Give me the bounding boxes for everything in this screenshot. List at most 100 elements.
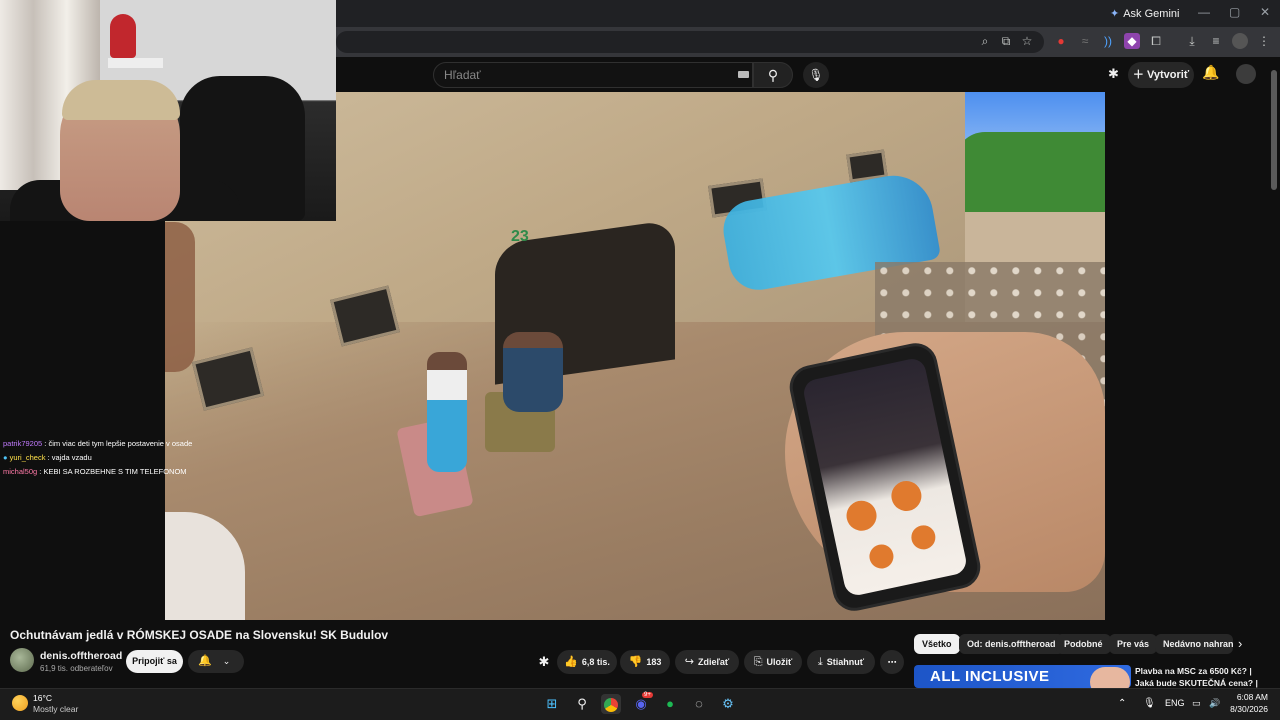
chevron-right-icon[interactable]: › — [1238, 636, 1242, 651]
video-beard — [165, 222, 195, 372]
download-icon: ⤓ — [817, 656, 823, 668]
extension-purple-icon[interactable]: ◆ — [1124, 33, 1140, 49]
channel-name[interactable]: denis.offtheroad — [40, 650, 122, 662]
app-icon[interactable]: ◌ — [689, 694, 709, 714]
phone-app-dot-1 — [843, 497, 880, 534]
chat-username: yuri_check — [9, 453, 46, 462]
channel-avatar[interactable] — [10, 648, 34, 672]
search-input[interactable]: Hľadať — [433, 62, 753, 88]
steam-app-icon[interactable]: ⚙ — [718, 694, 738, 714]
video-person-1 — [427, 352, 467, 472]
phone-app-dot-2 — [888, 478, 925, 514]
network-icon[interactable]: ▭ — [1192, 698, 1201, 709]
scrollbar-thumb[interactable] — [1271, 70, 1277, 190]
chip-related[interactable]: Podobné — [1056, 634, 1111, 654]
share-icon: ↪ — [684, 656, 694, 668]
chat-username: michal50g — [3, 467, 38, 476]
clock-time[interactable]: 6:08 AM — [1236, 692, 1268, 702]
close-window-button[interactable]: ✕ — [1260, 5, 1270, 19]
keyboard-icon[interactable] — [738, 71, 749, 78]
weather-description[interactable]: Mostly clear — [33, 704, 78, 714]
right-panel — [1105, 92, 1268, 620]
search-icon: ⚲ — [767, 67, 779, 83]
video-person-2 — [503, 332, 563, 412]
taskbar-search-icon[interactable]: ⚲ — [572, 694, 592, 714]
voice-search-button[interactable]: 🎙 — [803, 62, 829, 88]
phone-app-dot-4 — [909, 523, 938, 552]
volume-icon[interactable]: 🔊 — [1209, 698, 1220, 709]
bell-icon: 🔔 — [198, 655, 212, 667]
maximize-button[interactable]: ▢ — [1229, 5, 1240, 19]
search-button[interactable]: ⚲ — [753, 62, 793, 88]
video-title: Ochutnávam jedlá v RÓMSKEJ OSADE na Slov… — [10, 628, 389, 642]
account-avatar[interactable] — [1236, 64, 1256, 84]
chat-text: vajda vzadu — [51, 453, 92, 462]
bookmark-star-icon[interactable]: ☆ — [1019, 33, 1035, 49]
save-icon: ⎘ — [753, 656, 763, 668]
share-button[interactable]: ↪ Zdieľať — [675, 650, 739, 674]
recommendation-thumbnail[interactable]: ALL INCLUSIVE — [914, 665, 1131, 688]
microphone-tray-icon[interactable]: 🎙 — [1143, 698, 1156, 709]
recommendation-title[interactable]: Plavba na MSC za 6500 Kč? | Jaká bude SK… — [1135, 665, 1270, 689]
save-button[interactable]: ⎘ Uložiť — [744, 650, 802, 674]
extension-gear-icon[interactable]: ✱ — [1108, 66, 1122, 81]
thumbs-down-icon: 👎 — [628, 656, 643, 668]
thumbnail-face — [1090, 667, 1130, 688]
chrome-menu-icon[interactable]: ⋮ — [1256, 33, 1272, 49]
left-panel — [0, 221, 165, 620]
chat-message: patrik79205 : čim viac deti tym lepšie p… — [3, 439, 193, 448]
gemini-icon: ✦ — [1110, 8, 1120, 20]
more-icon: ⋯ — [887, 657, 897, 667]
chat-message: michal50g : KEBI SA ROZBEHNE S TIM TELEF… — [3, 467, 187, 476]
notifications-bell-icon[interactable]: 🔔 — [1202, 64, 1219, 81]
chevron-down-icon: ⌄ — [222, 656, 231, 666]
phone-app-dot-3 — [867, 542, 896, 571]
weather-temperature[interactable]: 16°C — [33, 693, 52, 703]
more-actions-button[interactable]: ⋯ — [880, 650, 904, 674]
media-control-icon[interactable]: ≡ — [1208, 33, 1224, 49]
webcam-figure — [110, 14, 136, 58]
discord-badge: 9+ — [642, 692, 653, 698]
thumbnail-text: ALL INCLUSIVE — [930, 668, 1050, 685]
extension-blue-icon[interactable]: )) — [1100, 33, 1116, 49]
download-button[interactable]: ⤓ Stiahnuť — [807, 650, 875, 674]
like-button[interactable]: 👍 6,8 tis. — [557, 650, 617, 674]
spotify-app-icon[interactable]: ● — [660, 694, 680, 714]
language-indicator[interactable]: ENG — [1165, 698, 1185, 708]
extensions-puzzle-icon[interactable]: ⧠ — [1148, 33, 1164, 49]
chat-text: KEBI SA ROZBEHNE S TIM TELEFONOM — [43, 467, 187, 476]
extension-red-icon[interactable]: ● — [1053, 33, 1069, 49]
webcam-shelf — [108, 58, 163, 68]
windows-start-icon[interactable]: ⊞ — [542, 694, 562, 714]
chip-for-you[interactable]: Pre vás — [1109, 634, 1158, 654]
chat-text: čim viac deti tym lepšie postavenie v os… — [48, 439, 193, 448]
create-button[interactable]: ＋ Vytvoriť — [1128, 62, 1194, 88]
dislike-button[interactable]: 👎 183 — [620, 650, 670, 674]
join-button[interactable]: Pripojiť sa — [126, 650, 183, 673]
plus-icon: ＋ — [1132, 69, 1147, 81]
profile-avatar-icon[interactable] — [1232, 33, 1248, 49]
chip-from-channel[interactable]: Od: denis.offtheroad — [959, 634, 1064, 654]
chip-recently-uploaded[interactable]: Nedávno nahrané — [1155, 634, 1233, 654]
weather-moon-icon[interactable] — [12, 695, 28, 711]
address-bar[interactable] — [336, 31, 1044, 53]
subscriber-count: 61,9 tis. odberateľov — [40, 664, 113, 673]
zoom-icon[interactable]: ⌕ — [977, 33, 993, 49]
subscription-bell-button[interactable]: 🔔 ⌄ — [188, 650, 244, 673]
chip-all[interactable]: Všetko — [914, 634, 960, 654]
clock-date[interactable]: 8/30/2026 — [1222, 704, 1268, 714]
tray-chevron-icon[interactable]: ⌃ — [1118, 698, 1126, 709]
phone-screen — [801, 356, 969, 598]
minimize-button[interactable]: — — [1198, 5, 1210, 19]
graffiti-number: 23 — [511, 228, 529, 245]
ask-gemini-button[interactable]: ✦ Ask Gemini — [1110, 7, 1179, 21]
chat-badge-icon: ● — [3, 453, 8, 462]
video-trees — [955, 132, 1105, 212]
chrome-app-icon[interactable] — [601, 694, 621, 714]
extension-action-icon[interactable]: ✱ — [536, 650, 552, 674]
extension-grey-icon[interactable]: ≈ — [1077, 33, 1093, 49]
webcam-hair — [62, 80, 180, 120]
download-icon[interactable]: ⤓ — [1184, 33, 1200, 49]
install-app-icon[interactable]: ⧉ — [998, 33, 1014, 49]
webcam-overlay — [0, 0, 336, 221]
